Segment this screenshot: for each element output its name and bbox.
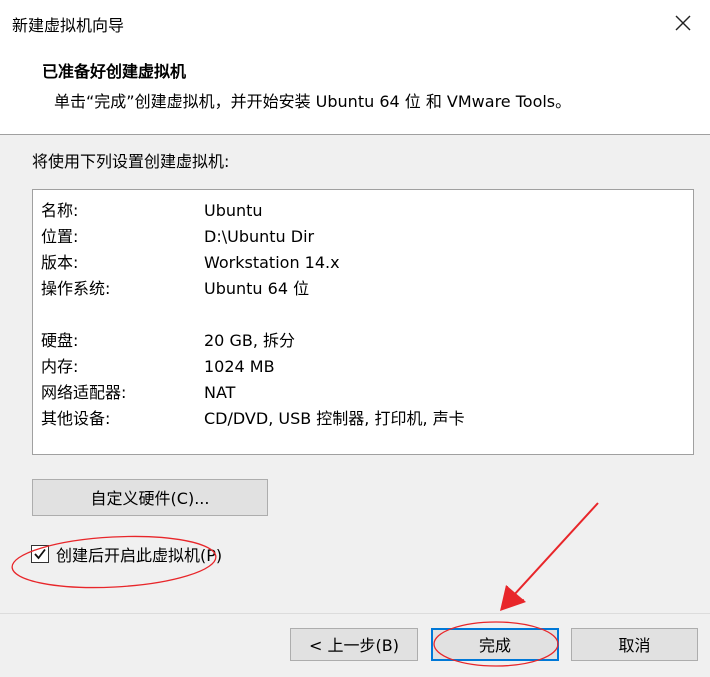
summary-row-memory: 内存: 1024 MB — [41, 353, 275, 377]
power-on-option[interactable]: 创建后开启此虚拟机(P) — [31, 543, 222, 565]
summary-key: 硬盘: — [41, 331, 79, 350]
cancel-button[interactable]: 取消 — [571, 628, 698, 661]
summary-key: 版本: — [41, 253, 79, 272]
title-bar: 新建虚拟机向导 — [0, 0, 710, 46]
summary-row-devices: 其他设备: CD/DVD, USB 控制器, 打印机, 声卡 — [41, 405, 465, 429]
summary-value: Workstation 14.x — [204, 253, 340, 272]
summary-row-version: 版本: Workstation 14.x — [41, 249, 340, 273]
annotation-arrow — [501, 502, 599, 611]
summary-value: CD/DVD, USB 控制器, 打印机, 声卡 — [204, 409, 465, 428]
summary-row-disk: 硬盘: 20 GB, 拆分 — [41, 327, 295, 351]
back-button[interactable]: < 上一步(B) — [290, 628, 418, 661]
summary-row-network: 网络适配器: NAT — [41, 379, 235, 403]
header-subtitle: 单击“完成”创建虚拟机，并开始安装 Ubuntu 64 位 和 VMware T… — [54, 92, 572, 111]
summary-row-name: 名称: Ubuntu — [41, 197, 263, 221]
summary-row-location: 位置: D:\Ubuntu Dir — [41, 223, 314, 247]
summary-value: Ubuntu — [204, 201, 263, 220]
summary-value: 1024 MB — [204, 357, 275, 376]
summary-key: 名称: — [41, 201, 79, 220]
summary-value: 20 GB, 拆分 — [204, 331, 295, 350]
close-icon[interactable] — [670, 10, 696, 36]
finish-button[interactable]: 完成 — [431, 628, 559, 661]
header-title: 已准备好创建虚拟机 — [42, 62, 187, 81]
annotation-arrow-head — [500, 585, 526, 611]
settings-summary: 名称: Ubuntu 位置: D:\Ubuntu Dir 版本: Workstatio… — [32, 189, 694, 455]
checkmark-icon — [34, 548, 46, 560]
window-title: 新建虚拟机向导 — [12, 16, 125, 35]
footer-divider — [0, 613, 710, 614]
summary-intro: 将使用下列设置创建虚拟机: — [32, 152, 230, 171]
summary-key: 内存: — [41, 357, 79, 376]
summary-key: 位置: — [41, 227, 79, 246]
summary-key: 操作系统: — [41, 279, 111, 298]
customize-hardware-button[interactable]: 自定义硬件(C)... — [32, 479, 268, 516]
summary-key: 其他设备: — [41, 409, 111, 428]
summary-row-os: 操作系统: Ubuntu 64 位 — [41, 275, 309, 299]
wizard-header: 已准备好创建虚拟机 单击“完成”创建虚拟机，并开始安装 Ubuntu 64 位 … — [0, 46, 710, 135]
power-on-checkbox[interactable] — [31, 545, 49, 563]
power-on-label: 创建后开启此虚拟机(P) — [56, 546, 223, 565]
summary-value: NAT — [204, 383, 236, 402]
summary-value: D:\Ubuntu Dir — [204, 227, 315, 246]
summary-key: 网络适配器: — [41, 383, 127, 402]
summary-value: Ubuntu 64 位 — [204, 279, 310, 298]
